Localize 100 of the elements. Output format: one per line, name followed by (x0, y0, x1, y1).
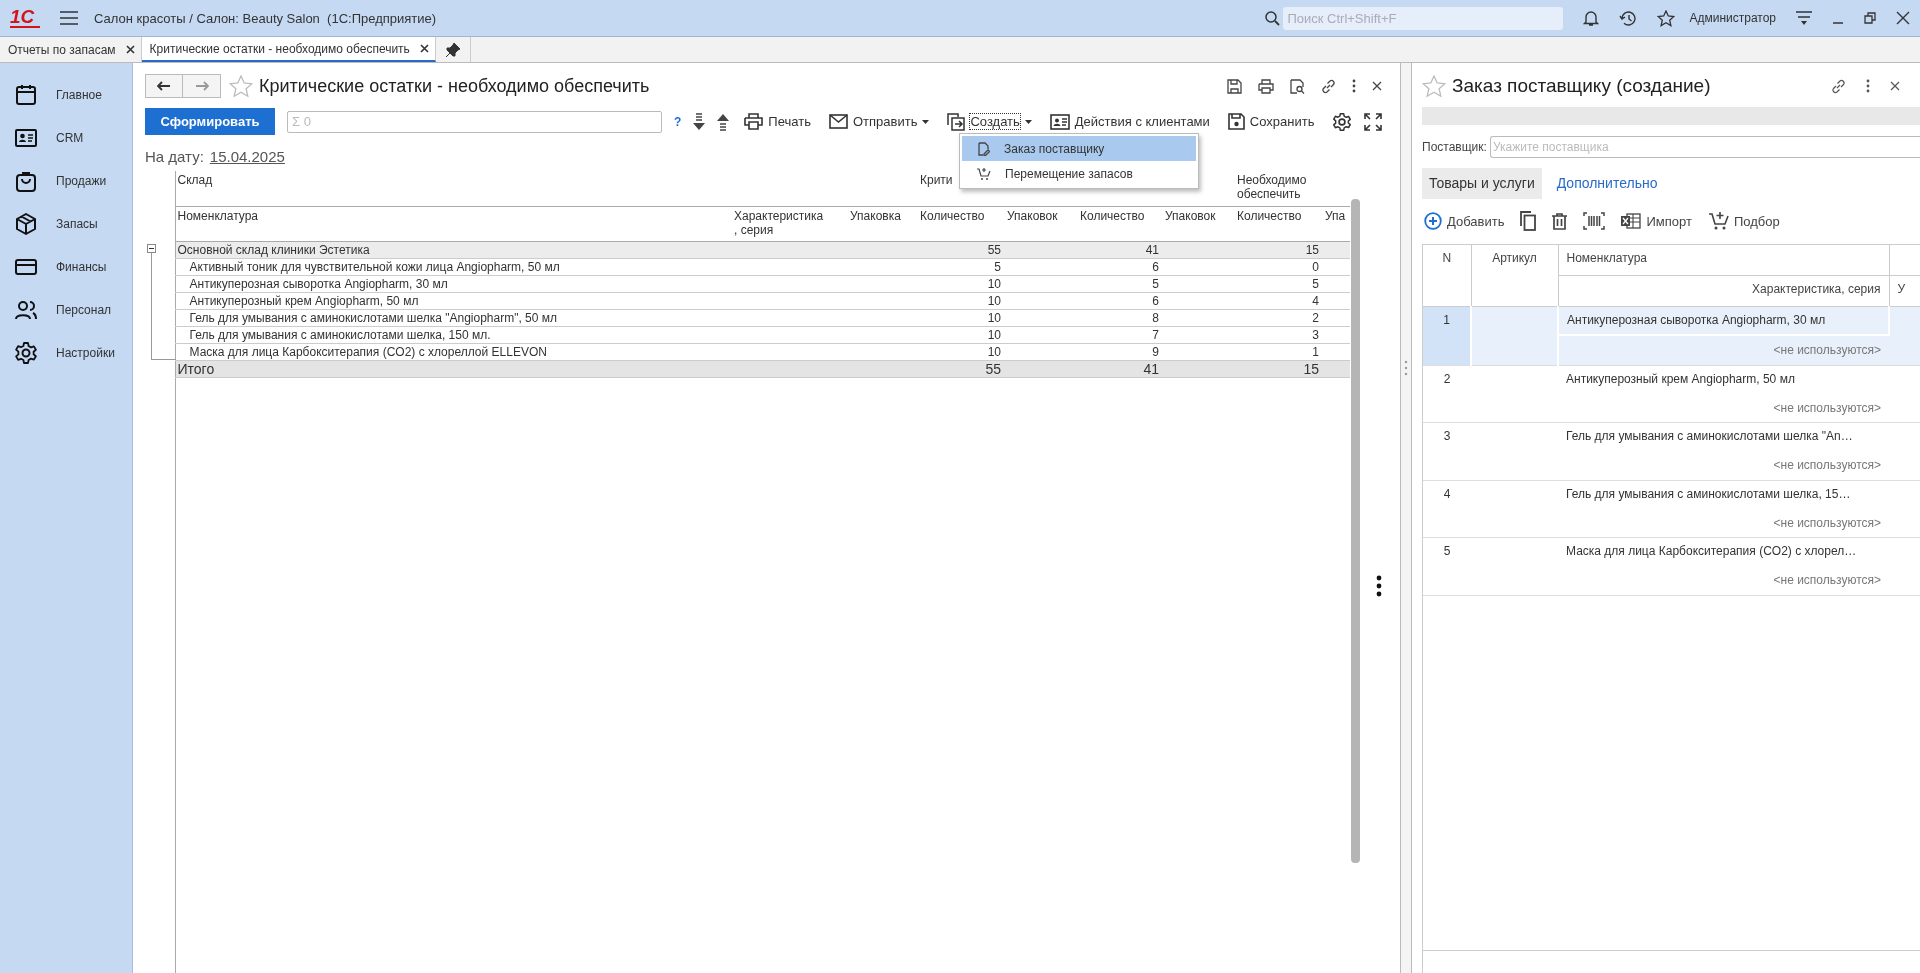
form-tab[interactable]: Дополнительно (1549, 168, 1665, 199)
table-cell: 10 (987, 344, 1001, 359)
spreadsheet-icon (1621, 213, 1642, 229)
generate-button[interactable]: Сформировать (145, 108, 275, 135)
form-tab[interactable]: Товары и услуги (1422, 168, 1542, 199)
caret-icon (1024, 119, 1032, 124)
more-icon[interactable] (1352, 79, 1356, 93)
link-icon[interactable] (1831, 78, 1846, 94)
search-field[interactable]: Поиск Ctrl+Shift+F (1283, 6, 1564, 30)
copy-icon (1520, 211, 1537, 231)
toolbar-button[interactable]: Добавить (1422, 212, 1507, 230)
restore-icon[interactable] (1864, 12, 1876, 24)
fullscreen-icon[interactable] (1364, 112, 1382, 131)
total-label: Итого (177, 360, 215, 377)
table-cell: 10 (987, 327, 1001, 342)
cart-plus-icon (1707, 211, 1729, 231)
close-icon[interactable] (1896, 11, 1910, 25)
sidebar-item[interactable]: CRM (0, 116, 132, 159)
sum-field[interactable]: Σ 0 (287, 110, 662, 133)
scrollbar-thumb[interactable] (1351, 199, 1360, 863)
row-number-cell[interactable]: 5 (1423, 537, 1471, 595)
grip-icon[interactable] (1404, 360, 1408, 376)
document-tab[interactable]: Отчеты по запасам (0, 37, 142, 62)
link-icon[interactable] (1321, 78, 1336, 94)
column-header: Номенклатура (177, 208, 259, 223)
sidebar-item[interactable]: Персонал (0, 288, 132, 331)
user-name[interactable]: Администратор (1689, 11, 1776, 25)
table-cell: 0 (1312, 259, 1319, 274)
table-cell: <не используются> (1773, 400, 1881, 415)
table-cell: 3 (1312, 327, 1319, 342)
add-icon (1424, 212, 1442, 230)
toolbar-button[interactable]: Отправить (825, 112, 933, 131)
table-cell: Гель для умывания с аминокислотами шелка "An… (1566, 429, 1853, 443)
back-button[interactable] (145, 74, 183, 98)
toolbar-button[interactable]: Создать (944, 110, 1035, 133)
supplier-field[interactable]: Укажите поставщика (1489, 136, 1920, 158)
collapse-icon[interactable] (717, 112, 730, 131)
date-link[interactable]: 15.04.2025 (209, 147, 285, 165)
menu-item[interactable]: Перемещение запасов (962, 161, 1196, 186)
table-cell: Гель для умывания с аминокислотами шелка "Angiopharm", 50 мл (189, 310, 558, 325)
contact-card-icon (1049, 113, 1070, 130)
more-icon[interactable] (1376, 575, 1382, 597)
expand-icon[interactable] (693, 112, 706, 131)
toolbar-button[interactable]: Подбор (1705, 211, 1782, 231)
table-cell: Гель для умывания с аминокислотами шелка, 15… (1566, 486, 1851, 501)
table-cell: 10 (987, 276, 1001, 291)
tree-toggle[interactable] (147, 244, 156, 253)
sidebar-item[interactable]: Финансы (0, 245, 132, 288)
table-cell: 2 (1312, 310, 1319, 325)
menu-item[interactable]: Заказ поставщику (962, 136, 1196, 161)
box-icon (14, 211, 38, 236)
toolbar-button[interactable]: Импорт (1619, 213, 1694, 229)
arrow-right-icon (194, 81, 209, 91)
column-header: Упаковка (850, 208, 901, 223)
more-icon[interactable] (1866, 79, 1870, 93)
floppy-disk-icon (1227, 113, 1245, 130)
row-number-cell[interactable]: 3 (1423, 422, 1471, 480)
preview-icon[interactable] (1290, 78, 1305, 94)
toolbar-button[interactable] (1550, 212, 1570, 230)
window-title: Салон красоты / Салон: Beauty Salon (1С:Предприятие) (94, 10, 437, 26)
bell-icon[interactable] (1583, 9, 1600, 27)
table-cell: 55 (985, 360, 1001, 377)
column-header: Упаковок (1007, 208, 1058, 223)
table-cell: Маска для лица Карбокситерапия (CO2) с хлореллой ELLEVON (189, 344, 547, 359)
printer-icon[interactable] (1258, 78, 1274, 94)
toolbar-button[interactable]: Сохранить (1224, 111, 1318, 132)
history-icon[interactable] (1619, 9, 1638, 27)
row-number-cell[interactable]: 4 (1423, 480, 1471, 538)
sidebar-item[interactable]: Главное (0, 73, 132, 116)
menu-icon[interactable] (60, 11, 78, 25)
row-number-cell[interactable]: 2 (1423, 365, 1471, 423)
table-cell: 15 (1305, 242, 1319, 257)
form-title: Заказ поставщику (создание) (1452, 75, 1711, 97)
table-cell: 15 (1303, 360, 1319, 377)
close-icon[interactable] (419, 44, 429, 53)
menu-icon[interactable] (1796, 10, 1812, 26)
row-number-cell[interactable]: 1 (1423, 306, 1471, 365)
toolbar-button[interactable] (1581, 212, 1608, 230)
settings-icon[interactable] (1332, 111, 1352, 132)
toolbar-button[interactable]: Действия с клиентами (1046, 111, 1213, 132)
close-icon[interactable] (1890, 81, 1900, 91)
table-cell: <не используются> (1773, 573, 1881, 587)
close-icon[interactable] (1372, 81, 1382, 91)
search-icon[interactable] (1265, 10, 1281, 26)
star-icon[interactable] (1422, 74, 1446, 98)
toolbar-button[interactable] (1518, 211, 1539, 231)
document-tab[interactable]: Критические остатки - необходимо обеспечить (141, 37, 436, 62)
star-icon[interactable] (1657, 9, 1676, 27)
column-header: Необходимо обеспечить (1237, 173, 1307, 201)
star-icon[interactable] (229, 74, 253, 98)
document-edit-icon (976, 141, 990, 156)
toolbar-button[interactable]: Печать (741, 111, 814, 132)
pin-icon (444, 41, 461, 58)
table-cell: 41 (1145, 242, 1159, 257)
sidebar-item[interactable]: Продажи (0, 159, 132, 202)
close-icon[interactable] (125, 45, 135, 54)
help-link[interactable]: ? (674, 114, 682, 129)
table-cell: 1 (1312, 344, 1319, 359)
sidebar-item[interactable]: Запасы (0, 202, 132, 245)
sidebar-item[interactable]: Настройки (0, 331, 132, 374)
